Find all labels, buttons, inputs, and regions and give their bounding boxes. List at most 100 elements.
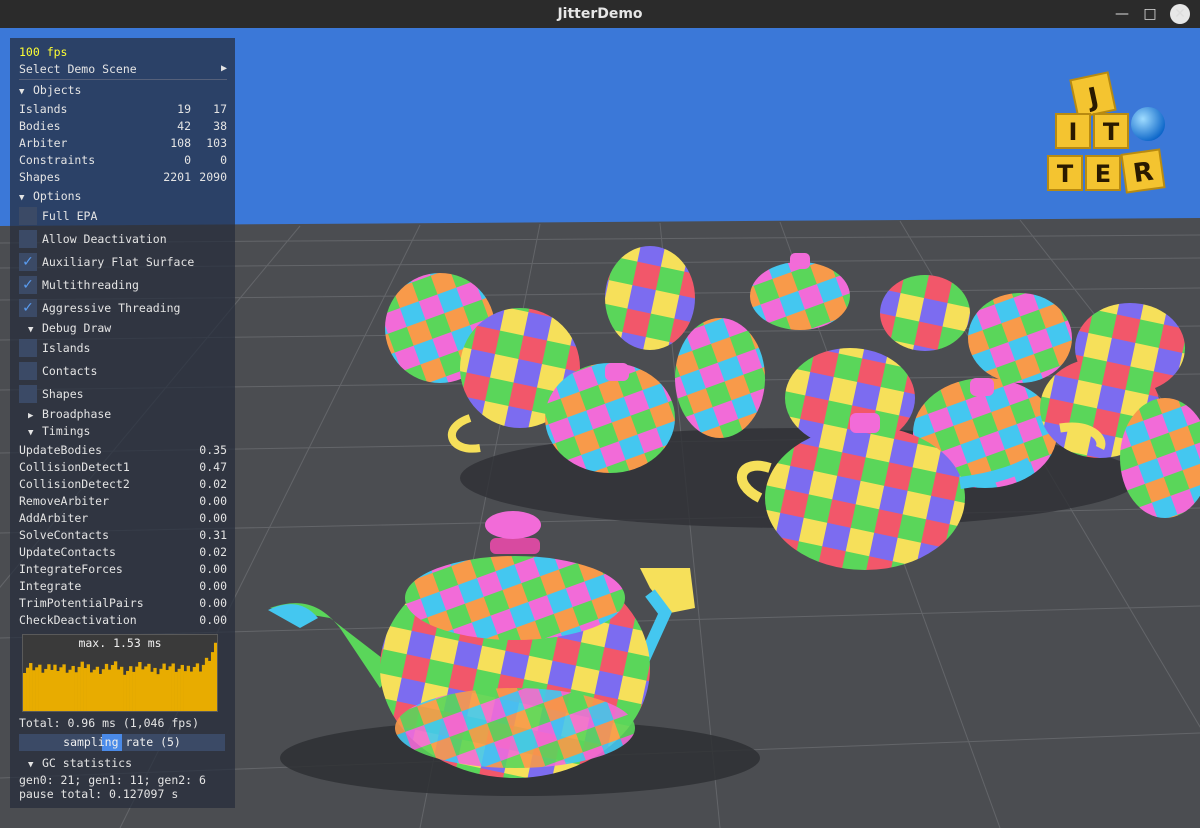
- histogram-bar: [77, 666, 81, 711]
- histogram-bar: [180, 664, 184, 711]
- gc-statistics-header[interactable]: ▼ GC statistics: [28, 755, 227, 771]
- checkbox-multithreading[interactable]: ✓ Multithreading: [19, 275, 227, 295]
- expanded-triangle-icon: ▼: [28, 428, 34, 438]
- histogram-bar: [198, 671, 203, 711]
- maximize-icon[interactable]: □: [1140, 4, 1160, 24]
- sampling-rate-slider[interactable]: sampling rate (5): [19, 734, 225, 751]
- histogram-bar: [86, 664, 90, 711]
- checkbox-box[interactable]: ✓: [19, 276, 37, 294]
- checkbox-box[interactable]: [19, 339, 37, 357]
- checkmark-icon: ✓: [22, 254, 34, 270]
- histogram-bar: [23, 673, 27, 711]
- timing-row: CollisionDetect1 0.47: [19, 460, 227, 474]
- histogram-max-label: max. 1.53 ms: [78, 636, 162, 650]
- objects-row-islands: Islands 19 17: [19, 102, 227, 116]
- histogram-bar: [177, 668, 181, 711]
- checkbox-box[interactable]: [19, 207, 37, 225]
- select-demo-label: Select Demo Scene: [19, 62, 137, 76]
- logo-letter: R: [1131, 157, 1155, 189]
- objects-header[interactable]: ▼ Objects: [19, 82, 227, 98]
- timing-row: TrimPotentialPairs 0.00: [19, 596, 227, 610]
- expanded-triangle-icon: ▼: [19, 193, 25, 203]
- checkbox-draw-islands[interactable]: Islands: [19, 338, 227, 358]
- chevron-right-icon: ▶: [220, 63, 227, 74]
- checkbox-box[interactable]: [19, 385, 37, 403]
- jitter-logo: J I T T E R: [1047, 71, 1166, 194]
- histogram-bar: [26, 667, 30, 711]
- expanded-triangle-icon: ▼: [28, 325, 34, 335]
- expanded-triangle-icon: ▼: [28, 760, 34, 770]
- checkbox-draw-shapes[interactable]: Shapes: [19, 384, 227, 404]
- timing-row: Integrate 0.00: [19, 579, 227, 593]
- checkbox-allow-deactivation[interactable]: Allow Deactivation: [19, 229, 227, 249]
- select-demo-scene-menu[interactable]: Select Demo Scene ▶: [19, 61, 227, 77]
- histogram-bar: [92, 669, 97, 711]
- timing-row: SolveContacts 0.31: [19, 528, 227, 542]
- close-icon[interactable]: ✕: [1170, 4, 1190, 24]
- histogram-bar: [68, 669, 72, 711]
- histogram-bar: [129, 666, 133, 711]
- expanded-triangle-icon: ▼: [19, 87, 25, 97]
- histogram-bar: [107, 669, 112, 711]
- histogram-bar: [62, 664, 66, 711]
- timing-row: CheckDeactivation 0.00: [19, 613, 227, 627]
- histogram-bar: [47, 664, 51, 711]
- checkbox-box[interactable]: ✓: [19, 253, 37, 271]
- histogram-bar: [35, 667, 39, 711]
- timing-histogram: max. 1.53 ms: [22, 634, 218, 712]
- histogram-bar: [192, 667, 197, 711]
- histogram-bar: [89, 672, 94, 711]
- histogram-bar: [98, 673, 103, 711]
- logo-letter: T: [1103, 118, 1120, 146]
- broadphase-header[interactable]: ▶ Broadphase: [28, 406, 227, 422]
- histogram-bar: [195, 663, 200, 711]
- objects-row-constraints: Constraints 0 0: [19, 153, 227, 167]
- minimize-icon[interactable]: —: [1112, 4, 1132, 24]
- histogram-bar: [95, 666, 100, 711]
- checkbox-box[interactable]: ✓: [19, 299, 37, 317]
- histogram-bar: [101, 669, 106, 711]
- sampling-rate-label: sampling rate (5): [63, 735, 181, 749]
- histogram-bar: [183, 671, 187, 711]
- histogram-bar: [32, 670, 36, 711]
- window-title: JitterDemo: [557, 6, 643, 22]
- checkbox-box[interactable]: [19, 230, 37, 248]
- histogram-bar: [71, 665, 75, 711]
- objects-row-shapes: Shapes 2201 2090: [19, 170, 227, 184]
- histogram-bar: [189, 671, 194, 711]
- histogram-bar: [156, 674, 160, 711]
- collapsed-triangle-icon: ▶: [28, 411, 34, 421]
- debug-panel[interactable]: 100 fps Select Demo Scene ▶ ▼ Objects Isl…: [10, 38, 235, 808]
- histogram-bar: [207, 660, 212, 711]
- histogram-bar: [153, 667, 157, 711]
- timing-row: AddArbiter 0.00: [19, 511, 227, 525]
- histogram-bar: [210, 652, 215, 711]
- histogram-bar: [165, 670, 169, 711]
- checkbox-aggressive-threading[interactable]: ✓ Aggressive Threading: [19, 298, 227, 318]
- divider: [19, 79, 227, 80]
- debug-draw-header[interactable]: ▼ Debug Draw: [28, 320, 227, 336]
- histogram-bar: [113, 661, 118, 711]
- timing-row: CollisionDetect2 0.02: [19, 477, 227, 491]
- histogram-bar: [150, 671, 154, 711]
- histogram-bar: [132, 671, 136, 711]
- timings-header[interactable]: ▼ Timings: [28, 423, 227, 439]
- timing-row: IntegrateForces 0.00: [19, 562, 227, 576]
- checkbox-draw-contacts[interactable]: Contacts: [19, 361, 227, 381]
- histogram-bar: [213, 642, 218, 711]
- options-header[interactable]: ▼ Options: [19, 188, 227, 204]
- checkbox-auxiliary-flat-surface[interactable]: ✓ Auxiliary Flat Surface: [19, 252, 227, 272]
- histogram-bar: [74, 672, 78, 711]
- histogram-bar: [44, 668, 48, 711]
- histogram-bar: [80, 661, 84, 711]
- checkbox-full-epa[interactable]: Full EPA: [19, 206, 227, 226]
- logo-letter: E: [1095, 160, 1111, 188]
- histogram-bar: [116, 669, 121, 711]
- histogram-bar: [141, 669, 145, 711]
- histogram-bar: [104, 663, 109, 711]
- histogram-bar: [123, 674, 127, 711]
- histogram-bar: [204, 657, 209, 711]
- timing-row: UpdateBodies 0.35: [19, 443, 227, 457]
- histogram-bar: [162, 663, 166, 711]
- checkbox-box[interactable]: [19, 362, 37, 380]
